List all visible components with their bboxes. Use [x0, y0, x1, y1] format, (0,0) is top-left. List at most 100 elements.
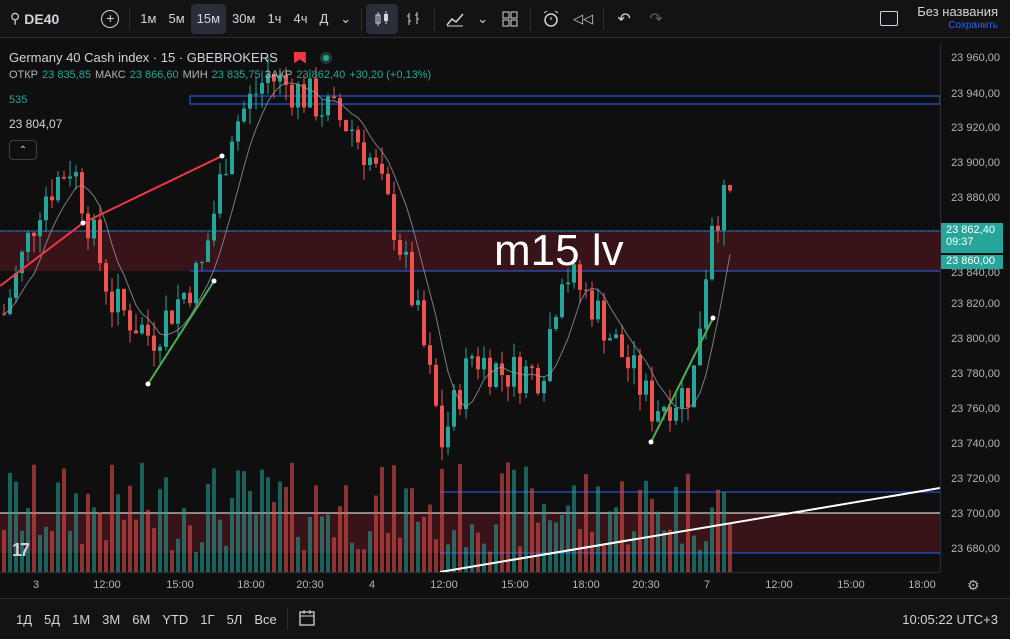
candle-body — [656, 411, 660, 422]
bookmark-icon[interactable] — [293, 51, 306, 64]
volume-bar — [488, 551, 492, 572]
divider — [129, 7, 131, 30]
range-5d[interactable]: 5Д — [38, 612, 66, 627]
interval-5m[interactable]: 5м — [162, 4, 190, 34]
candle-body — [344, 120, 348, 132]
range-3m[interactable]: 3М — [96, 612, 126, 627]
candle-body — [74, 172, 78, 177]
time-tick: 20:30 — [632, 579, 660, 591]
volume-bar — [326, 514, 330, 572]
chart-pane[interactable] — [0, 44, 940, 572]
go-to-date-button[interactable] — [292, 609, 322, 630]
level-price-tag: 23 860,00 — [941, 254, 1003, 269]
interval-1m[interactable]: 1м — [134, 4, 162, 34]
volume-bar — [332, 537, 336, 572]
time-tick: 15:00 — [837, 579, 865, 591]
volume-bar — [482, 543, 486, 572]
trend-line-green — [650, 317, 714, 443]
candle-body — [200, 261, 204, 264]
bar-chart-icon — [407, 11, 420, 25]
volume-bar — [308, 516, 312, 572]
market-status-icon[interactable] — [319, 51, 332, 64]
volume-bar — [686, 473, 690, 572]
candle-body — [602, 300, 606, 341]
candle-body — [650, 380, 654, 422]
candles-chart-type-button[interactable] — [366, 3, 399, 34]
volume-bar — [80, 543, 84, 572]
interval-1h[interactable]: 1ч — [261, 4, 287, 34]
volume-bar — [524, 466, 528, 572]
volume-bar — [722, 492, 726, 572]
volume-bar — [356, 549, 360, 572]
divider — [530, 7, 532, 30]
candle-body — [644, 380, 648, 395]
interval-1d[interactable]: Д — [313, 4, 334, 34]
chart-canvas[interactable] — [0, 44, 940, 572]
candle-body — [104, 263, 108, 292]
save-link[interactable]: Сохранить — [917, 20, 998, 31]
calendar-icon — [299, 609, 315, 626]
range-1d[interactable]: 1Д — [10, 612, 38, 627]
anchor-point — [648, 439, 654, 445]
volume-bar — [92, 507, 96, 572]
annotation-text[interactable]: m15 lv — [494, 226, 624, 276]
interval-dropdown-chevron-icon[interactable]: ⌄ — [334, 4, 357, 34]
candle-body — [326, 96, 330, 116]
volume-bar — [530, 488, 534, 572]
candle-body — [110, 291, 114, 313]
candle-body — [404, 251, 408, 255]
volume-bar — [350, 542, 354, 572]
price-tick: 23 800,00 — [951, 333, 1000, 345]
redo-icon: ↷ — [649, 10, 663, 28]
interval-15m[interactable]: 15м — [190, 3, 227, 34]
candle-body — [50, 196, 54, 201]
indicators-menu-button[interactable] — [439, 4, 471, 34]
candle-body — [314, 78, 318, 117]
symbol-label: DE40 — [24, 10, 60, 27]
price-tick: 23 920,00 — [951, 122, 1000, 134]
candle-body — [80, 172, 84, 214]
range-all[interactable]: Все — [248, 612, 282, 627]
price-tick: 23 720,00 — [951, 473, 1000, 485]
volume-bar — [176, 538, 180, 572]
volume-bar — [656, 511, 660, 572]
layout-icon[interactable] — [880, 11, 898, 26]
candle-body — [92, 219, 96, 239]
redo-button[interactable]: ↷ — [640, 4, 672, 34]
indicators-dropdown-chevron-icon[interactable]: ⌄ — [471, 4, 494, 34]
volume-bar — [614, 507, 618, 572]
candle-body — [62, 176, 66, 179]
collapse-legend-button[interactable]: ⌃ — [9, 140, 37, 160]
alert-button[interactable] — [535, 4, 567, 34]
tradingview-logo[interactable]: 17 — [12, 540, 30, 561]
price-axis[interactable]: 23 960,00 23 940,00 23 920,00 23 900,00 … — [940, 44, 1010, 572]
interval-4h[interactable]: 4ч — [287, 4, 313, 34]
time-tick: 4 — [368, 579, 376, 591]
chart-settings-gear-icon[interactable]: ⚙ — [967, 577, 980, 594]
undo-button[interactable]: ↶ — [608, 4, 640, 34]
price-tick: 23 960,00 — [951, 52, 1000, 64]
indicators-button[interactable] — [398, 4, 430, 34]
range-ytd[interactable]: YTD — [156, 612, 194, 627]
time-axis[interactable]: 3 12:00 15:00 18:00 20:30 4 12:00 15:00 … — [0, 572, 940, 598]
add-symbol-button[interactable]: + — [95, 4, 125, 34]
countdown-value: 09:37 — [946, 236, 974, 248]
candle-body — [668, 406, 672, 421]
anchor-point — [145, 381, 151, 387]
symbol-search-button[interactable]: ⚲ DE40 — [4, 4, 65, 34]
candle-body — [560, 284, 564, 318]
candle-body — [188, 292, 192, 304]
candle-body — [260, 83, 264, 94]
interval-30m[interactable]: 30м — [226, 4, 261, 34]
range-5y[interactable]: 5Л — [221, 612, 249, 627]
range-1y[interactable]: 1Г — [194, 612, 220, 627]
layout-title[interactable]: Без названия Сохранить — [917, 4, 998, 31]
candle-body — [242, 108, 246, 122]
clock-timezone[interactable]: 10:05:22 UTC+3 — [902, 612, 998, 627]
range-6m[interactable]: 6М — [126, 612, 156, 627]
replay-button[interactable]: ◁◁ — [567, 4, 599, 34]
candle-body — [218, 174, 222, 214]
range-1m[interactable]: 1М — [66, 612, 96, 627]
volume-bar — [296, 536, 300, 572]
templates-button[interactable] — [494, 4, 526, 34]
